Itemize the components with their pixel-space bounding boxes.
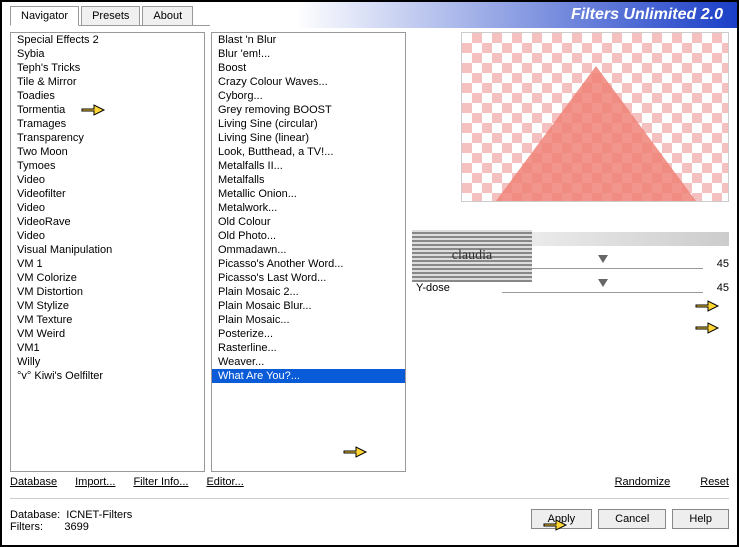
tab-presets[interactable]: Presets bbox=[81, 6, 140, 25]
db-value: ICNET-Filters bbox=[66, 509, 132, 521]
list-item[interactable]: Transparency bbox=[11, 131, 204, 145]
list-item[interactable]: Weaver... bbox=[212, 355, 405, 369]
list-item[interactable]: VM1 bbox=[11, 341, 204, 355]
list-item[interactable]: Grey removing BOOST bbox=[212, 103, 405, 117]
list-item[interactable]: Picasso's Another Word... bbox=[212, 257, 405, 271]
x-dose-value: 45 bbox=[709, 258, 729, 270]
db-label: Database: bbox=[10, 509, 60, 521]
tab-navigator[interactable]: Navigator bbox=[10, 6, 79, 26]
database-button[interactable]: Database bbox=[10, 476, 57, 488]
list-item[interactable]: VM Texture bbox=[11, 313, 204, 327]
list-item[interactable]: Blur 'em!... bbox=[212, 47, 405, 61]
slider-thumb-icon[interactable] bbox=[598, 279, 608, 287]
app-title: Filters Unlimited 2.0 bbox=[571, 6, 723, 24]
watermark: claudia bbox=[412, 230, 532, 282]
list-item[interactable]: Look, Butthead, a TV!... bbox=[212, 145, 405, 159]
list-item[interactable]: Sybia bbox=[11, 47, 204, 61]
list-item[interactable]: Videofilter bbox=[11, 187, 204, 201]
slider-thumb-icon[interactable] bbox=[598, 255, 608, 263]
list-item[interactable]: Picasso's Last Word... bbox=[212, 271, 405, 285]
list-item[interactable]: Old Photo... bbox=[212, 229, 405, 243]
tab-about[interactable]: About bbox=[142, 6, 193, 25]
tab-strip: Navigator Presets About bbox=[10, 6, 210, 26]
filter-preview bbox=[461, 32, 729, 202]
divider bbox=[10, 498, 729, 499]
list-item[interactable]: Toadies bbox=[11, 89, 204, 103]
list-item[interactable]: Visual Manipulation bbox=[11, 243, 204, 257]
x-dose-slider[interactable] bbox=[502, 259, 703, 269]
pointer-hand-icon bbox=[694, 295, 720, 317]
list-item[interactable]: Metallic Onion... bbox=[212, 187, 405, 201]
list-item[interactable]: Metalfalls bbox=[212, 173, 405, 187]
filterinfo-button[interactable]: Filter Info... bbox=[133, 476, 188, 488]
main-area: Special Effects 2SybiaTeph's TricksTile … bbox=[2, 32, 737, 472]
list-item[interactable]: Living Sine (linear) bbox=[212, 131, 405, 145]
list-item[interactable]: Video bbox=[11, 229, 204, 243]
list-item[interactable]: Video bbox=[11, 173, 204, 187]
reset-button[interactable]: Reset bbox=[700, 476, 729, 488]
list-item[interactable]: Plain Mosaic 2... bbox=[212, 285, 405, 299]
list-item[interactable]: Video bbox=[11, 201, 204, 215]
list-item[interactable]: VM 1 bbox=[11, 257, 204, 271]
pointer-hand-icon bbox=[542, 514, 568, 536]
category-list[interactable]: Special Effects 2SybiaTeph's TricksTile … bbox=[10, 32, 205, 472]
list-item[interactable]: Metalfalls II... bbox=[212, 159, 405, 173]
preview-shape bbox=[496, 66, 696, 201]
list-item[interactable]: VM Colorize bbox=[11, 271, 204, 285]
list-item[interactable]: Old Colour bbox=[212, 215, 405, 229]
editor-button[interactable]: Editor... bbox=[206, 476, 243, 488]
list-item[interactable]: Tormentia bbox=[11, 103, 204, 117]
list-item[interactable]: VideoRave bbox=[11, 215, 204, 229]
list-item[interactable]: Two Moon bbox=[11, 145, 204, 159]
list-item[interactable]: Rasterline... bbox=[212, 341, 405, 355]
list-item[interactable]: Plain Mosaic... bbox=[212, 313, 405, 327]
list-item[interactable]: Posterize... bbox=[212, 327, 405, 341]
list-item[interactable]: VM Weird bbox=[11, 327, 204, 341]
y-dose-slider[interactable] bbox=[502, 283, 703, 293]
list-item[interactable]: Teph's Tricks bbox=[11, 61, 204, 75]
filters-label: Filters: bbox=[10, 521, 43, 533]
list-item[interactable]: VM Stylize bbox=[11, 299, 204, 313]
list-item[interactable]: Willy bbox=[11, 355, 204, 369]
y-dose-value: 45 bbox=[709, 282, 729, 294]
list-item[interactable]: Metalwork... bbox=[212, 201, 405, 215]
pointer-hand-icon bbox=[342, 441, 368, 463]
list-item[interactable]: Crazy Colour Waves... bbox=[212, 75, 405, 89]
link-button-row: Database Import... Filter Info... Editor… bbox=[2, 472, 737, 492]
pointer-hand-icon bbox=[694, 317, 720, 339]
list-item[interactable]: Plain Mosaic Blur... bbox=[212, 299, 405, 313]
slider-y-row: Y-dose 45 bbox=[416, 282, 729, 294]
y-dose-label: Y-dose bbox=[416, 282, 496, 294]
list-item[interactable]: Tymoes bbox=[11, 159, 204, 173]
filter-name-bar bbox=[510, 232, 729, 246]
list-item[interactable]: Tramages bbox=[11, 117, 204, 131]
list-item[interactable]: Cyborg... bbox=[212, 89, 405, 103]
import-button[interactable]: Import... bbox=[75, 476, 115, 488]
footer: Database: ICNET-Filters Filters: 3699 Ap… bbox=[2, 505, 737, 537]
pointer-hand-icon bbox=[80, 99, 106, 121]
list-item[interactable]: VM Distortion bbox=[11, 285, 204, 299]
list-item[interactable]: What Are You?... bbox=[212, 369, 405, 383]
randomize-button[interactable]: Randomize bbox=[615, 476, 671, 488]
list-item[interactable]: Living Sine (circular) bbox=[212, 117, 405, 131]
help-button[interactable]: Help bbox=[672, 509, 729, 529]
cancel-button[interactable]: Cancel bbox=[598, 509, 666, 529]
list-item[interactable]: Blast 'n Blur bbox=[212, 33, 405, 47]
filter-list[interactable]: Blast 'n BlurBlur 'em!...BoostCrazy Colo… bbox=[211, 32, 406, 472]
list-item[interactable]: Ommadawn... bbox=[212, 243, 405, 257]
list-item[interactable]: Special Effects 2 bbox=[11, 33, 204, 47]
list-item[interactable]: Tile & Mirror bbox=[11, 75, 204, 89]
list-item[interactable]: °v° Kiwi's Oelfilter bbox=[11, 369, 204, 383]
list-item[interactable]: Boost bbox=[212, 61, 405, 75]
filters-value: 3699 bbox=[64, 521, 88, 533]
footer-info: Database: ICNET-Filters Filters: 3699 bbox=[10, 509, 132, 533]
